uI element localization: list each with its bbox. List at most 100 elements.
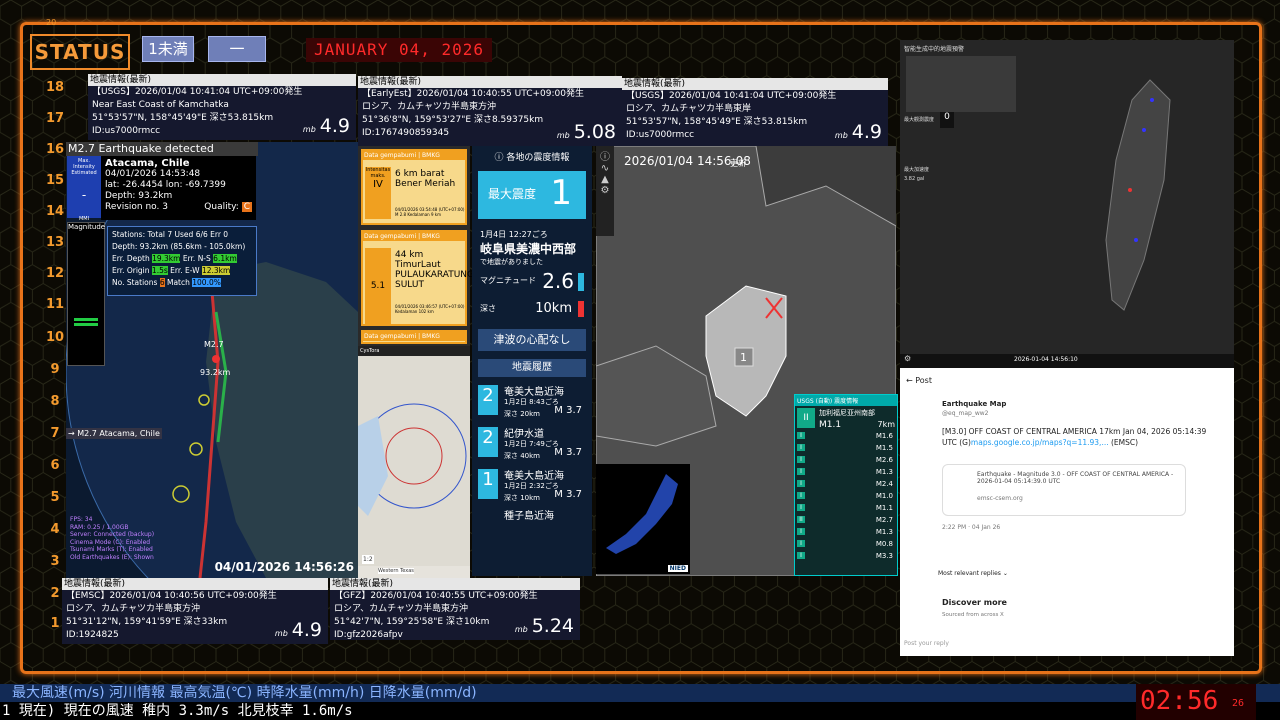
usgs-item[interactable]: I M3.3 — [795, 552, 897, 564]
replies-sort[interactable]: Most relevant replies ⌄ — [938, 570, 1008, 577]
quake-info-box: Atacama, Chile 04/01/2026 14:53:48 lat: … — [101, 156, 256, 220]
bmkg-header: Data gempabumi | BMKG — [363, 332, 465, 341]
scale-num: 11 — [45, 297, 65, 312]
usgs-item[interactable]: I M1.3 — [795, 528, 897, 540]
bmkg-header: Data gempabumi | BMKG — [363, 232, 465, 241]
scale-num: 13 — [45, 235, 65, 250]
post-body: [M3.0] OFF COAST OF CENTRAL AMERICA 17km… — [942, 427, 1207, 447]
jp-region-suffix: で地震がありました — [480, 258, 543, 266]
usgs-top-item: II 加利福尼亚州南部 M1.1 7km — [795, 406, 897, 432]
tsunami-text: Tsunami Marks (T): Enabled — [70, 546, 153, 553]
card-header: 地震情報(最新) — [62, 578, 328, 590]
mag-value: 4.9 — [291, 619, 322, 641]
map-depth-label: 93.2km — [200, 368, 231, 377]
bmkg-card[interactable]: Data gempabumi | BMKG — [361, 330, 467, 344]
wave-icon[interactable]: ∿ — [596, 163, 614, 174]
scale-num: 16 — [45, 142, 65, 157]
map-timestamp: 04/01/2026 14:56:26 — [214, 560, 354, 574]
usgs-item[interactable]: I M2.4 — [795, 480, 897, 492]
err-row: No. Stations 6 Match 100.0% — [112, 278, 221, 287]
quake-card-usgs-jp[interactable]: 地震情報(最新) 【USGS】2026/01/04 10:41:04 UTC+0… — [622, 78, 888, 146]
bmkg-card[interactable]: Data gempabumi | BMKG Intensitas maks. IV… — [361, 149, 467, 225]
bmkg-int-box: Intensitas maks. IV — [365, 167, 391, 219]
bmkg-meta: 04/01/2026 03:46:57 (UTC+07:00) Kedalama… — [395, 304, 465, 314]
card-line: 【USGS】2026/01/04 10:41:04 UTC+09:00発生 — [92, 87, 303, 97]
clock-time: 02:56 — [1140, 686, 1219, 716]
mag-value: 5.24 — [531, 615, 574, 637]
fps-text: FPS: 34 — [70, 516, 93, 523]
taiwan-svg — [1105, 79, 1171, 311]
usgs-item[interactable]: I M1.6 — [795, 432, 897, 444]
ticker-line1: 最大風速(m/s) 河川情報 最高気温(℃) 時降水量(mm/h) 日降水量(m… — [0, 684, 1280, 702]
card-line: Near East Coast of Kamchatka — [92, 100, 229, 110]
bmkg-place: 6 km barat Bener Meriah — [395, 169, 456, 189]
quake-card-earlyest[interactable]: 地震情報(最新) 【EarlyEst】2026/01/04 10:40:55 U… — [358, 76, 622, 146]
revision-text: Revision no. 3 Quality: C — [105, 202, 252, 212]
history-item[interactable]: 1 奄美大島近海 1月2日 2:32ごろ 深さ 10km M 3.7 — [478, 465, 586, 505]
usgs-list-panel[interactable]: USGS (自動) 震度情報 II 加利福尼亚州南部 M1.1 7km I M1.… — [794, 394, 898, 576]
quake-card-usgs[interactable]: 地震情報(最新) 【USGS】2026/01/04 10:41:04 UTC+0… — [88, 74, 356, 140]
usgs-item[interactable]: I M0.8 — [795, 540, 897, 552]
time-text: 04/01/2026 14:53:48 — [105, 169, 201, 179]
card-line: 【GFZ】2026/01/04 10:40:55 UTC+09:00発生 — [334, 591, 538, 601]
usgs-item[interactable]: I M1.5 — [795, 444, 897, 456]
clock-seconds: 26 — [1232, 698, 1245, 709]
usgs-item[interactable]: I M1.0 — [795, 492, 897, 504]
usgs-item[interactable]: I M2.6 — [795, 456, 897, 468]
warning-icon[interactable]: ▲ — [596, 174, 614, 185]
reply-input[interactable]: Post your reply — [904, 640, 949, 647]
back-arrow-icon[interactable]: ← — [906, 376, 913, 385]
usgs-item[interactable]: I M1.1 — [795, 504, 897, 516]
quake-card-gfz[interactable]: 地震情報(最新) 【GFZ】2026/01/04 10:40:55 UTC+09… — [330, 578, 580, 640]
server-text: Server: Connected (backup) — [70, 531, 155, 538]
detect-title: M2.7 Earthquake detected — [66, 142, 258, 156]
link-card[interactable]: Earthquake - Magnitude 3.0 - OFF COAST O… — [942, 464, 1186, 516]
card-line: ロシア、カムチャツカ半島東方沖 — [362, 102, 497, 112]
leaflet-svg — [358, 356, 470, 566]
card-magnitude: mb 5.08 — [557, 123, 616, 142]
jp-depth-row: 深さ 10km — [472, 295, 592, 321]
usgs-item[interactable]: II M2.7 — [795, 516, 897, 528]
date-display: JANUARY 04, 2026 — [306, 38, 492, 62]
card-line: ロシア、カムチャツカ半島東方沖 — [66, 604, 201, 614]
latlon-text: lat: -26.4454 lon: -69.7399 — [105, 180, 226, 190]
x-post-panel[interactable]: ← Post Earthquake Map @eq_map_ww2 [M3.0]… — [900, 368, 1234, 656]
post-author[interactable]: Earthquake Map — [942, 400, 1006, 408]
scale-num: 14 — [45, 204, 65, 219]
leaflet-place: Western Texas — [378, 568, 414, 574]
leaflet-map[interactable]: CysTora Western Texas 1:2 — [358, 346, 470, 578]
mag-value: 4.9 — [319, 115, 350, 137]
depth-range-text: Depth: 93.2km (85.6km - 105.0km) — [112, 242, 246, 251]
mag-level — [74, 318, 98, 321]
taiwan-map[interactable]: 智能生成中的地震預警 最大觀測震度 0 最大加速度 3.82 gal ⚙ 202… — [900, 40, 1234, 368]
level-tag: 一 — [208, 36, 266, 62]
scale-num: 9 — [50, 362, 60, 377]
usgs-item[interactable]: I M1.3 — [795, 468, 897, 480]
err-row: Err. Depth 19.3km Err. N-S 6.1km — [112, 254, 237, 263]
japan-info-panel[interactable]: ⓘ 各地の震度情報 最大震度 1 1月4日 12:27ごろ 岐阜県美濃中西部 で… — [472, 146, 592, 576]
nied-minimap[interactable]: NIED — [596, 464, 690, 574]
mb-label: mb — [834, 131, 848, 140]
history-item[interactable]: 種子島近海 — [478, 507, 586, 522]
embed-title: Earthquake - Magnitude 3.0 - OFF COAST O… — [977, 471, 1174, 485]
post-link[interactable]: maps.google.co.jp/maps?q=11.93,... — [971, 438, 1109, 447]
debug-stats: FPS: 34 RAM: 0.25 / 1.00GB Server: Conne… — [70, 516, 154, 561]
tw-pga-label: 最大加速度 — [904, 167, 930, 173]
bmkg-card[interactable]: Data gempabumi | BMKG 5.1 44 km TimurLau… — [361, 230, 477, 326]
gear-icon[interactable]: ⚙ — [904, 354, 911, 363]
card-line: 【EMSC】2026/01/04 10:40:56 UTC+09:00発生 — [66, 591, 277, 601]
gear-icon[interactable]: ⚙ — [596, 185, 614, 196]
history-item[interactable]: 2 紀伊水道 1月2日 7:49ごろ 深さ 40km M 3.7 — [478, 423, 586, 463]
scale-num: 3 — [50, 554, 60, 569]
scale-num: 4 — [50, 522, 60, 537]
history-item[interactable]: 2 奄美大島近海 1月2日 8:43ごろ 深さ 20km M 3.7 — [478, 381, 586, 421]
scale-num: 15 — [45, 173, 65, 188]
intensity-tag: 1未満 — [142, 36, 194, 62]
quake-card-emsc[interactable]: 地震情報(最新) 【EMSC】2026/01/04 10:40:56 UTC+0… — [62, 578, 328, 644]
info-icon[interactable]: ⓘ — [596, 146, 614, 163]
intensity-unit: MMI — [78, 216, 90, 222]
post-handle[interactable]: @eq_map_ww2 — [942, 410, 988, 417]
bmkg-panel[interactable]: Data gempabumi | BMKG Intensitas maks. IV… — [358, 146, 477, 346]
jp-map-update: 更新 — [730, 159, 746, 168]
scale-num: 10 — [45, 330, 65, 345]
